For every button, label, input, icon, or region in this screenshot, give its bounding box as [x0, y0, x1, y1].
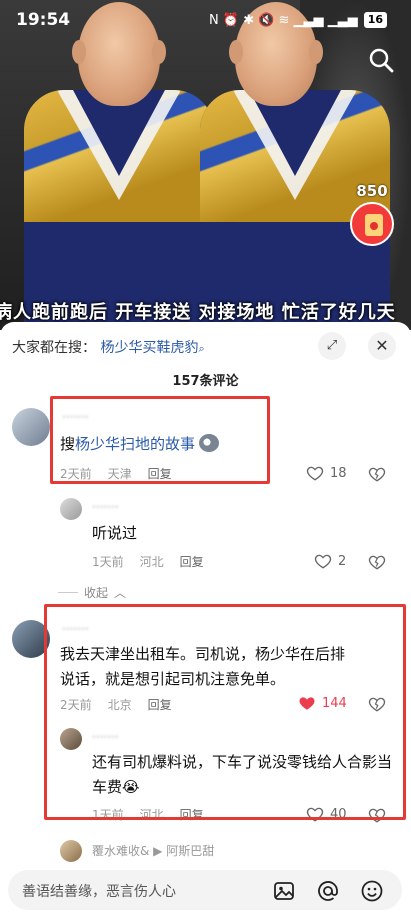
comment-input[interactable]: 善语结善缘，恶言伤人心 [8, 870, 402, 910]
everyone-search-label: 大家都在搜： [12, 340, 96, 356]
comment-input-bar: 善语结善缘，恶言伤人心 [0, 862, 411, 918]
video-subtitle: 病人跑前跑后 开车接送 对接场地 忙活了好几天 [0, 302, 396, 323]
comment-author[interactable]: ······· [62, 622, 89, 636]
dislike-icon[interactable] [368, 695, 386, 713]
comment-text: 我去天津坐出租车。司机说，杨少华在后排说话，就是想引起司机注意免单。 [60, 645, 346, 688]
status-bar: 19:54 N ⏰ ✱ 🔇 ≋ ▁▃▅ ▁▃▅ 16 [0, 0, 411, 40]
comment-author[interactable]: ······· [92, 730, 119, 744]
comment-input-placeholder: 善语结善缘，恶言伤人心 [22, 884, 176, 900]
status-icons-glyphs: N ⏰ ✱ 🔇 ≋ ▁▃▅ ▁▃▅ [209, 12, 358, 28]
red-packet-count: 850 [356, 182, 388, 200]
avatar[interactable] [60, 728, 82, 750]
avatar[interactable] [12, 620, 50, 658]
avatar[interactable] [60, 840, 82, 862]
like-count: 40 [330, 806, 347, 822]
reply-button[interactable]: 回复 [180, 808, 204, 822]
red-packet-icon [350, 202, 394, 246]
dislike-icon[interactable] [368, 553, 386, 571]
comment-text: 听说过 [92, 524, 138, 542]
like-count: 144 [322, 695, 347, 711]
heart-icon [314, 554, 332, 569]
expand-icon[interactable]: ⤢ [318, 332, 346, 360]
comment-panel: 大家都在搜： 杨少华买鞋虎豹⌕ ⤢ ✕ 157条评论 ······· 搜杨少华扫… [0, 322, 411, 918]
reply-button[interactable]: 回复 [148, 467, 172, 481]
status-icons: N ⏰ ✱ 🔇 ≋ ▁▃▅ ▁▃▅ 16 [209, 12, 387, 28]
avatar[interactable] [12, 408, 50, 446]
comment-count: 157条评论 [172, 374, 239, 389]
comment-search-link[interactable]: 杨少华扫地的故事 [75, 435, 195, 453]
mention-icon[interactable] [316, 879, 340, 903]
battery-icon: 16 [363, 12, 387, 28]
close-icon[interactable]: ✕ [368, 332, 396, 360]
like-button[interactable]: 2 [314, 552, 346, 570]
image-icon[interactable] [272, 879, 296, 903]
cat-emoji-icon [199, 434, 220, 452]
like-button[interactable]: 144 [298, 694, 347, 712]
collapse-replies-button[interactable]: 收起 ︿ [58, 584, 126, 601]
video-player[interactable]: 19:54 N ⏰ ✱ 🔇 ≋ ▁▃▅ ▁▃▅ 16 850 病人跑前跑后 开车… [0, 0, 411, 330]
reply-button[interactable]: 回复 [180, 555, 204, 569]
comment-author[interactable]: ······· [92, 500, 119, 514]
collapse-label: 收起 [84, 586, 109, 600]
like-button[interactable]: 40 [306, 805, 347, 823]
heart-icon [306, 466, 324, 481]
emoji-icon[interactable] [360, 879, 384, 903]
search-small-icon: ⌕ [198, 342, 205, 355]
comment-text: 搜杨少华扫地的故事 [60, 432, 220, 457]
red-packet-button[interactable]: 850 [347, 182, 397, 246]
comment-text-prefix: 搜 [60, 435, 76, 453]
heart-icon [299, 697, 315, 710]
comment-meta: 1天前 河北 回复 [92, 555, 204, 569]
comment-author[interactable]: 覆水难收& ▶ 阿斯巴甜 [92, 842, 214, 859]
comment-meta: 2天前 天津 回复 [60, 467, 172, 481]
chevron-up-icon: ︿ [114, 586, 127, 600]
dislike-icon[interactable] [368, 465, 386, 483]
shirt-left [24, 90, 214, 330]
everyone-search-bar[interactable]: 大家都在搜： 杨少华买鞋虎豹⌕ [12, 337, 205, 357]
like-count: 18 [330, 465, 347, 481]
dislike-icon[interactable] [368, 806, 386, 824]
comment-meta: 2天前 北京 回复 [60, 698, 172, 712]
status-time: 19:54 [16, 10, 71, 30]
everyone-search-link[interactable]: 杨少华买鞋虎豹 [100, 340, 198, 356]
comment-text: 还有司机爆料说，下车了说没零钱给人合影当车费😭 [92, 753, 393, 796]
comment-meta: 1天前 河北 回复 [92, 808, 204, 822]
like-button[interactable]: 18 [306, 464, 347, 482]
reply-button[interactable]: 回复 [148, 698, 172, 712]
like-count: 2 [338, 553, 347, 569]
comment-author[interactable]: ······· [62, 410, 89, 424]
avatar[interactable] [60, 498, 82, 520]
search-icon[interactable] [365, 44, 397, 76]
heart-icon [306, 807, 324, 822]
